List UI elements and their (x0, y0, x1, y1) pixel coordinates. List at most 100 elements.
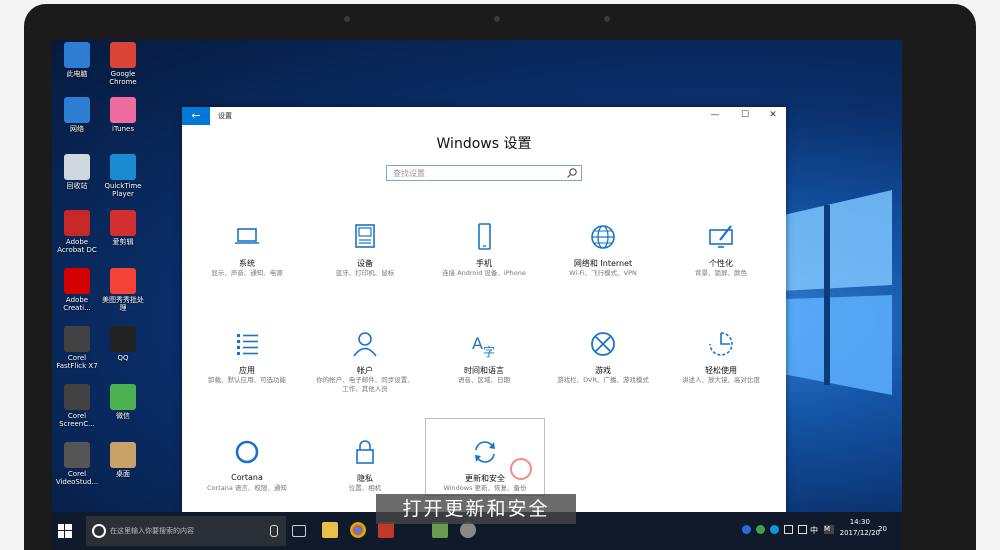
app-icon[interactable] (378, 522, 394, 538)
settings-tile[interactable]: 轻松使用 讲述人、放大镜、高对比度 (662, 329, 780, 429)
cortana-icon (92, 524, 106, 538)
app-icon (110, 97, 136, 123)
desktop-icon-label: 美图秀秀批处理 (102, 296, 144, 312)
tile-description: Windows 更新、恢复、备份 (443, 484, 527, 492)
maximize-button[interactable]: ☐ (738, 110, 752, 120)
tile-name: 应用 (239, 366, 255, 375)
tile-description: 连接 Android 设备、iPhone (442, 269, 526, 277)
tray-app-icon[interactable] (742, 525, 751, 534)
taskbar-search-placeholder: 在这里输入你要搜索的内容 (110, 527, 194, 535)
tile-description: 讲述人、放大镜、高对比度 (682, 376, 760, 384)
start-button-icon[interactable] (58, 524, 72, 538)
clock[interactable]: 14:30 2017/12/20 (840, 517, 880, 539)
tile-description: 卸载、默认应用、可选功能 (208, 376, 286, 384)
settings-tile[interactable]: 游戏 游戏栏、DVR、广播、游戏模式 (544, 329, 662, 429)
settings-window: ← 设置 — ☐ ✕ Windows 设置 查找设置 系统 显示、声音、通知、电源… (182, 107, 786, 550)
desktop-icon[interactable]: Google Chrome (100, 42, 146, 86)
desktop-icon[interactable]: Adobe Creati... (54, 268, 100, 312)
clock-time: 14:30 (849, 518, 870, 526)
tile-name: 手机 (476, 259, 492, 268)
file-explorer-icon[interactable] (322, 522, 338, 538)
app-icon (110, 42, 136, 68)
settings-tile[interactable]: 应用 卸载、默认应用、可选功能 (188, 329, 306, 429)
clock-date: 2017/12/20 (839, 529, 880, 537)
chrome-icon[interactable] (350, 522, 366, 538)
app-icon (64, 268, 90, 294)
desktop-icon[interactable]: Corel FastFlick X7 (54, 326, 100, 370)
settings-tile[interactable]: 网络和 Internet Wi-Fi、飞行模式、VPN (544, 222, 662, 322)
ime-indicator[interactable]: 中 (810, 525, 820, 535)
qq-tray-icon[interactable] (770, 525, 779, 534)
desktop-icon[interactable]: iTunes (100, 97, 146, 133)
xbox-icon (591, 332, 615, 356)
app-icon[interactable] (432, 522, 448, 538)
desktop-icon[interactable]: QQ (100, 326, 146, 362)
app-icon (110, 154, 136, 180)
desktop-icon[interactable]: 桌面 (100, 442, 146, 478)
app-icon (64, 384, 90, 410)
settings-tile[interactable]: A 字时间和语言 语音、区域、日期 (425, 329, 543, 429)
desktop-icon-label: 桌面 (116, 470, 130, 478)
sync-icon (475, 441, 495, 463)
minimize-button[interactable]: — (708, 110, 722, 120)
app-icon (110, 210, 136, 236)
desktop-icon-label: Corel FastFlick X7 (56, 354, 98, 370)
tile-description: 游戏栏、DVR、广播、游戏模式 (557, 376, 649, 384)
microphone-icon[interactable] (270, 525, 278, 537)
back-button[interactable]: ← (182, 107, 210, 125)
camera-dot (344, 16, 350, 22)
desktop-icon[interactable]: 网络 (54, 97, 100, 133)
desktop-icon[interactable]: 此电脑 (54, 42, 100, 78)
app-icon (64, 154, 90, 180)
settings-tile[interactable]: 帐户 你的帐户、电子邮件、同步设置、工作、其他人员 (306, 329, 424, 429)
tile-name: 游戏 (595, 366, 611, 375)
app-icon (64, 97, 90, 123)
tile-name: 系统 (239, 259, 255, 268)
task-view-icon[interactable] (292, 525, 306, 537)
settings-gear-icon[interactable] (460, 522, 476, 538)
desktop-icon-label: QuickTime Player (104, 182, 142, 198)
desktop-icon[interactable]: 微信 (100, 384, 146, 420)
list-icon (237, 334, 258, 355)
settings-search-input[interactable]: 查找设置 (386, 165, 582, 181)
settings-tile[interactable]: 手机 连接 Android 设备、iPhone (425, 222, 543, 322)
network-icon[interactable] (784, 525, 793, 534)
desktop-icon-label: 爱剪辑 (112, 238, 134, 246)
svg-text:字: 字 (483, 344, 495, 359)
laptop-icon (235, 228, 259, 244)
app-icon (64, 210, 90, 236)
settings-tile[interactable]: 系统 显示、声音、通知、电源 (188, 222, 306, 322)
video-caption: 打开更新和安全 (376, 494, 576, 524)
desktop-icon-label: Google Chrome (109, 70, 137, 86)
tile-description: Wi-Fi、飞行模式、VPN (569, 269, 637, 277)
tile-description: 蓝牙、打印机、鼠标 (335, 269, 395, 277)
desktop-icon[interactable]: Corel VideoStud... (54, 442, 100, 486)
wechat-tray-icon[interactable] (756, 525, 765, 534)
desktop-icon[interactable]: 回收站 (54, 154, 100, 190)
settings-tile[interactable]: 设备 蓝牙、打印机、鼠标 (306, 222, 424, 322)
desktop-icon[interactable]: 美图秀秀批处理 (100, 268, 146, 312)
notification-center-icon[interactable]: 20 (878, 525, 892, 534)
app-icon (110, 442, 136, 468)
desktop-icon-label: 网络 (70, 125, 84, 133)
settings-tile[interactable]: 个性化 背景、锁屏、颜色 (662, 222, 780, 322)
volume-icon[interactable] (798, 525, 807, 534)
desktop-icon[interactable]: QuickTime Player (100, 154, 146, 198)
desktop-icon[interactable]: Adobe Acrobat DC (54, 210, 100, 254)
tray-m-icon[interactable]: M (824, 525, 834, 534)
app-icon (110, 384, 136, 410)
tile-description: Cortana 语言、权限、通知 (207, 484, 287, 492)
tile-name: 帐户 (357, 366, 373, 375)
app-icon (64, 42, 90, 68)
desktop-icon[interactable]: Corel ScreenC... (54, 384, 100, 428)
search-icon[interactable] (566, 167, 578, 179)
tile-description: 背景、锁屏、颜色 (695, 269, 747, 277)
close-button[interactable]: ✕ (766, 110, 780, 120)
mouse-cursor-highlight (510, 458, 532, 480)
page-title: Windows 设置 (436, 136, 532, 152)
taskbar-search-box[interactable]: 在这里输入你要搜索的内容 (86, 516, 286, 546)
tile-name: 隐私 (357, 474, 373, 483)
tile-name: 个性化 (709, 259, 733, 268)
desktop-icon[interactable]: 爱剪辑 (100, 210, 146, 246)
settings-tile[interactable]: 更新和安全 Windows 更新、恢复、备份 (425, 418, 545, 496)
